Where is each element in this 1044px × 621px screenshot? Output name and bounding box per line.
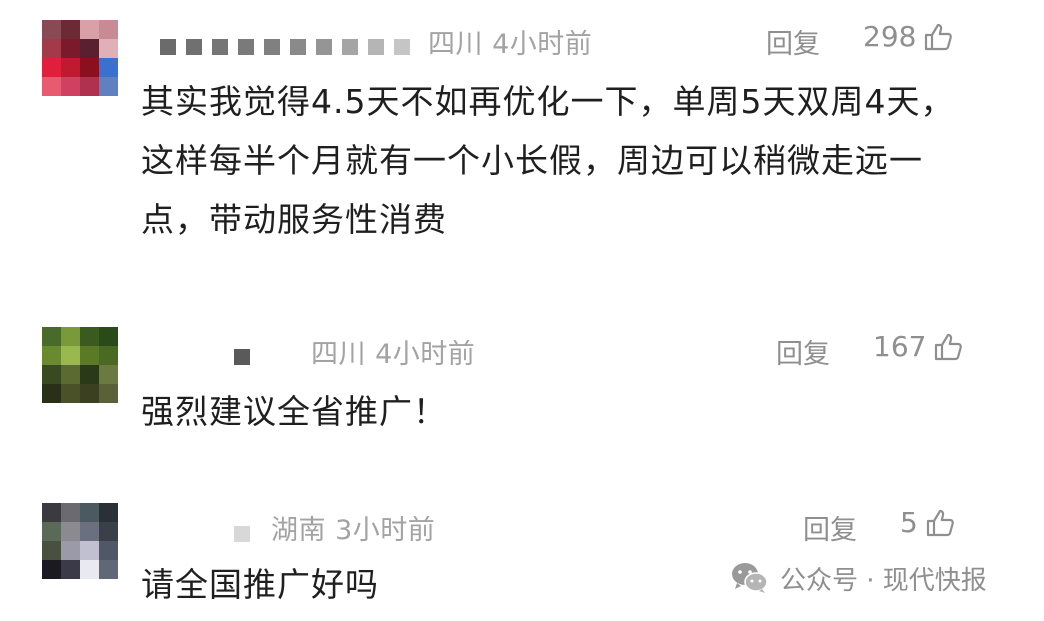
comment-text: 其实我觉得4.5天不如再优化一下，单周5天双周4天，这样每半个月就有一个小长假，… [141, 82, 955, 239]
reply-button[interactable]: 回复 [776, 332, 830, 371]
like-count: 5 [900, 506, 918, 539]
thumbs-up-icon [925, 23, 953, 50]
thumbs-up-icon [935, 333, 963, 360]
comment-item: 湖南 3小时前 回复 5 请全国推广好吗 [0, 480, 1044, 621]
like-count: 298 [863, 20, 917, 53]
reply-button[interactable]: 回复 [766, 22, 820, 61]
comment-meta: 湖南 3小时前 [271, 508, 435, 547]
like-button[interactable]: 167 [873, 330, 964, 363]
comment-text: 强烈建议全省推广！ [141, 392, 447, 431]
region-label: 四川 [311, 339, 366, 370]
username[interactable] [160, 39, 410, 55]
comment-meta: 四川 4小时前 [428, 22, 592, 61]
avatar[interactable] [42, 20, 118, 96]
comment-meta: 四川 4小时前 [311, 332, 475, 371]
like-count: 167 [873, 330, 927, 363]
comment-item: 四川 4小时前 回复 298 其实我觉得4.5天不如再优化一下，单周5天双周4天… [0, 0, 1044, 300]
like-button[interactable]: 298 [863, 20, 954, 53]
avatar[interactable] [42, 503, 118, 579]
like-button[interactable]: 5 [900, 506, 956, 539]
username[interactable] [234, 349, 250, 365]
thumbs-up-icon [926, 509, 954, 536]
avatar[interactable] [42, 327, 118, 403]
timestamp: 4小时前 [375, 339, 476, 370]
reply-button[interactable]: 回复 [803, 508, 857, 547]
comment-item: 四川 4小时前 回复 167 强烈建议全省推广！ [0, 300, 1044, 480]
region-label: 湖南 [271, 515, 326, 546]
timestamp: 3小时前 [335, 515, 436, 546]
username[interactable] [234, 526, 250, 542]
watermark-text: 公众号 · 现代快报 [780, 565, 987, 596]
wechat-icon [732, 563, 768, 593]
watermark: 公众号 · 现代快报 [730, 558, 987, 598]
region-label: 四川 [428, 29, 483, 60]
timestamp: 4小时前 [492, 29, 593, 60]
